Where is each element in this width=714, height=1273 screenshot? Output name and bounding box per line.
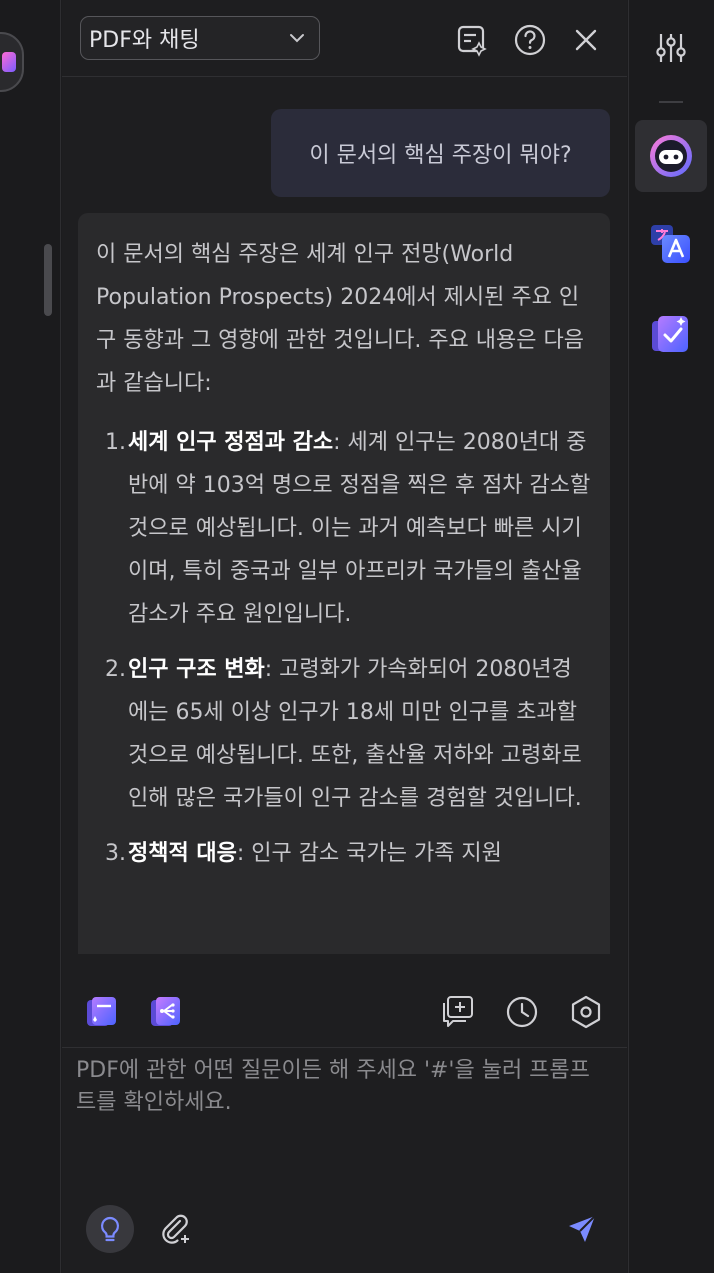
proofread-icon[interactable] bbox=[635, 298, 707, 370]
app-avatar-icon[interactable] bbox=[0, 32, 24, 92]
pdf-summary-icon[interactable] bbox=[82, 992, 122, 1032]
adjust-sliders-icon[interactable] bbox=[635, 12, 707, 84]
translate-icon[interactable] bbox=[635, 208, 707, 280]
user-message-bubble: 이 문서의 핵심 주장이 뭐야? bbox=[271, 109, 610, 197]
right-rail bbox=[628, 0, 714, 1273]
new-chat-icon[interactable] bbox=[438, 992, 478, 1032]
attach-button[interactable] bbox=[156, 1209, 196, 1249]
summary-icon[interactable] bbox=[454, 22, 490, 58]
help-icon[interactable] bbox=[512, 22, 548, 58]
send-icon bbox=[569, 1215, 596, 1242]
ai-response-intro: 이 문서의 핵심 주장은 세계 인구 전망(World Population P… bbox=[96, 242, 584, 396]
list-item-number: 1. bbox=[105, 430, 126, 455]
list-item-number: 2. bbox=[105, 657, 126, 682]
list-item-text: : 인구 감소 국가는 가족 지원 bbox=[236, 841, 502, 866]
list-item-text: : 세계 인구는 2080년대 중반에 약 103억 명으로 정점을 찍은 후 … bbox=[128, 430, 591, 627]
mode-select-label: PDF와 채팅 bbox=[89, 28, 200, 53]
input-area bbox=[62, 1049, 627, 1273]
list-item: 3. 정책적 대응: 인구 감소 국가는 가족 지원 bbox=[96, 832, 592, 875]
paperclip-icon bbox=[162, 1214, 189, 1244]
prompt-input[interactable] bbox=[76, 1055, 606, 1175]
settings-icon[interactable] bbox=[566, 992, 606, 1032]
ai-response-list: 1. 세계 인구 정점과 감소: 세계 인구는 2080년대 중반에 약 103… bbox=[96, 421, 592, 875]
mind-map-icon[interactable] bbox=[146, 992, 186, 1032]
list-item-title: 인구 구조 변화 bbox=[128, 657, 265, 682]
lightbulb-icon bbox=[100, 1216, 120, 1242]
ai-response-bubble: 이 문서의 핵심 주장은 세계 인구 전망(World Population P… bbox=[78, 213, 610, 954]
user-message-text: 이 문서의 핵심 주장이 뭐야? bbox=[309, 143, 572, 168]
chevron-down-icon bbox=[290, 34, 304, 43]
chat-area[interactable]: 이 문서의 핵심 주장이 뭐야? 이 문서의 핵심 주장은 세계 인구 전망(W… bbox=[62, 77, 627, 954]
list-item: 2. 인구 구조 변화: 고령화가 가속화되어 2080년경에는 65세 이상 … bbox=[96, 648, 592, 820]
list-item: 1. 세계 인구 정점과 감소: 세계 인구는 2080년대 중반에 약 103… bbox=[96, 421, 592, 636]
left-scrollbar[interactable] bbox=[44, 244, 52, 316]
history-icon[interactable] bbox=[502, 992, 542, 1032]
close-icon[interactable] bbox=[568, 22, 604, 58]
chat-toolbar bbox=[62, 954, 627, 1048]
left-strip bbox=[0, 0, 61, 1273]
list-item-number: 3. bbox=[105, 841, 126, 866]
list-item-title: 정책적 대응 bbox=[128, 841, 237, 866]
send-button[interactable] bbox=[562, 1209, 602, 1249]
chat-panel: PDF와 채팅 이 문서의 핵심 주장이 뭐야? 이 문서의 핵심 주장은 세계… bbox=[62, 0, 627, 1273]
panel-header: PDF와 채팅 bbox=[62, 0, 627, 77]
prompt-suggestions-button[interactable] bbox=[86, 1205, 134, 1253]
list-item-title: 세계 인구 정점과 감소 bbox=[128, 430, 334, 455]
mode-select[interactable]: PDF와 채팅 bbox=[80, 16, 320, 60]
ai-assistant-icon[interactable] bbox=[635, 120, 707, 192]
rail-divider bbox=[659, 101, 683, 103]
